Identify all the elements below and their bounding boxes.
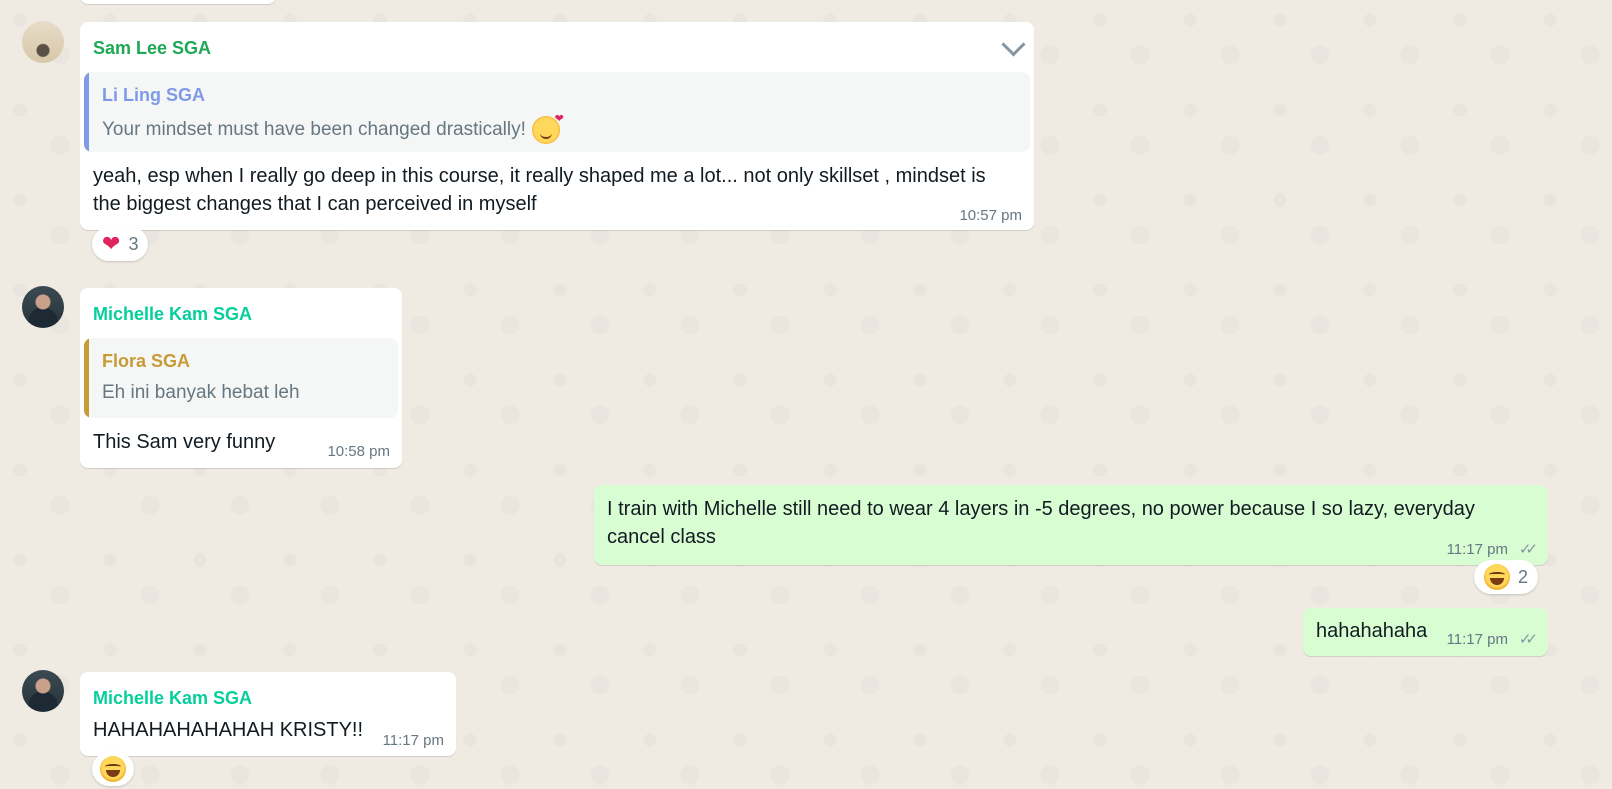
- reaction-count: 3: [128, 233, 139, 254]
- quote-bar: [84, 72, 89, 152]
- quote-author: Flora SGA: [102, 351, 191, 371]
- reaction-count: 2: [1518, 566, 1529, 587]
- message-text: I train with Michelle still need to wear…: [607, 498, 1475, 548]
- sender-name[interactable]: Sam Lee SGA: [93, 38, 211, 59]
- chevron-down-icon[interactable]: [1001, 32, 1026, 57]
- message-bubble-sam-lee[interactable]: Sam Lee SGA Li Ling SGA Your mindset mus…: [80, 22, 1034, 230]
- quote-text: Eh ini banyak hebat leh: [102, 382, 300, 403]
- previous-message-bubble[interactable]: [80, 0, 276, 4]
- message-bubble-outgoing[interactable]: hahahahaha 11:17 pm ✓✓: [1303, 608, 1548, 656]
- message-text: yeah, esp when I really go deep in this …: [93, 165, 986, 215]
- message-text: HAHAHAHAHAHAH KRISTY!!: [93, 719, 364, 741]
- reaction-badge[interactable]: 2: [1474, 560, 1539, 594]
- avatar-sam-lee[interactable]: [22, 21, 64, 63]
- avatar-michelle-kam[interactable]: [22, 286, 64, 328]
- face-with-tears-of-joy-icon: [100, 756, 126, 782]
- quote-text: Your mindset must have been changed dras…: [102, 112, 564, 144]
- message-bubble-michelle-kam[interactable]: Michelle Kam SGA HAHAHAHAHAHAH KRISTY!! …: [80, 672, 456, 756]
- quoted-message[interactable]: Flora SGA Eh ini banyak hebat leh: [84, 338, 398, 418]
- message-text: This Sam very funny: [93, 431, 276, 453]
- message-bubble-outgoing[interactable]: I train with Michelle still need to wear…: [594, 485, 1548, 565]
- red-heart-icon: ❤: [102, 231, 121, 256]
- sender-name[interactable]: Michelle Kam SGA: [93, 688, 252, 709]
- avatar-michelle-kam[interactable]: [22, 670, 64, 712]
- quote-text-content: Your mindset must have been changed dras…: [102, 119, 526, 141]
- message-time: 11:17 pm: [1446, 631, 1508, 648]
- reaction-badge[interactable]: ❤ 3: [92, 227, 149, 261]
- face-with-tears-of-joy-icon: [1484, 564, 1510, 590]
- reaction-badge[interactable]: [92, 752, 134, 786]
- quote-author: Li Ling SGA: [102, 85, 205, 105]
- double-check-icon: ✓✓: [1518, 541, 1538, 558]
- message-time: 11:17 pm: [382, 732, 444, 749]
- message-text: hahahahaha: [1316, 620, 1428, 642]
- quoted-message[interactable]: Li Ling SGA Your mindset must have been …: [84, 72, 1030, 152]
- message-bubble-michelle-kam[interactable]: Michelle Kam SGA Flora SGA Eh ini banyak…: [80, 288, 402, 468]
- message-time: 10:58 pm: [327, 443, 390, 460]
- sender-name[interactable]: Michelle Kam SGA: [93, 304, 252, 325]
- smiling-face-with-hearts-icon: [531, 112, 564, 144]
- message-time: 10:57 pm: [959, 207, 1022, 224]
- message-time: 11:17 pm: [1446, 541, 1508, 558]
- quote-bar: [84, 338, 89, 418]
- double-check-icon: ✓✓: [1518, 631, 1538, 648]
